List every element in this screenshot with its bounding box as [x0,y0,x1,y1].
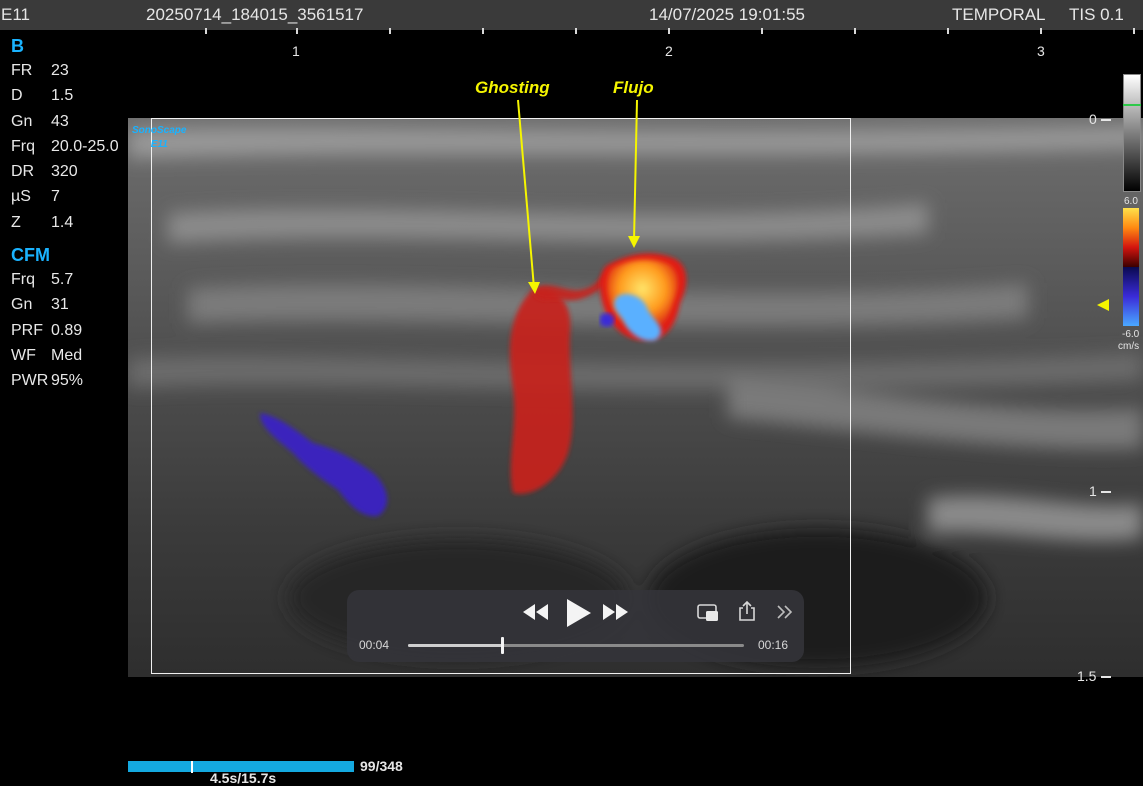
share-icon[interactable] [738,600,756,622]
depth-label-0: 0 [1089,111,1097,127]
video-player-controls: 00:04 00:16 [347,590,804,662]
depth-label-1: 1 [1089,483,1097,499]
annotation-arrows [517,99,640,294]
cine-position-marker[interactable] [191,761,194,773]
playback-scrubber[interactable] [408,637,744,654]
total-time: 00:16 [758,638,789,652]
scrubber-handle[interactable] [501,637,505,654]
depth-tick [1101,491,1111,493]
color-scale-min: -6.0 [1122,329,1140,340]
cine-time-counter: 4.5s/15.7s [210,770,277,786]
color-velocity-bar [1123,208,1139,326]
color-bar-negative [1123,267,1139,326]
rewind-icon[interactable] [523,604,549,620]
gray-map-indicator [1123,104,1141,106]
ghosting-arrowhead [528,282,540,294]
ghosting-arrow [517,99,535,289]
current-time: 00:04 [359,638,390,652]
flujo-arrow [633,99,638,242]
depth-label-1-5: 1.5 [1077,668,1097,684]
picture-in-picture-icon[interactable] [697,604,719,622]
cine-frame-counter: 99/348 [360,758,403,774]
more-chevron-icon[interactable] [777,605,793,619]
fast-forward-icon[interactable] [603,604,629,620]
color-bar-positive [1123,208,1139,267]
grayscale-map-bar [1123,74,1141,192]
color-scale-max: 6.0 [1124,196,1138,207]
flujo-arrowhead [628,236,640,248]
depth-tick [1101,119,1111,121]
color-scale-unit: cm/s [1118,341,1140,352]
playback-progress-fill [408,644,503,647]
focus-marker-icon[interactable] [1097,299,1109,311]
depth-tick [1101,676,1111,678]
play-icon[interactable] [565,599,591,627]
